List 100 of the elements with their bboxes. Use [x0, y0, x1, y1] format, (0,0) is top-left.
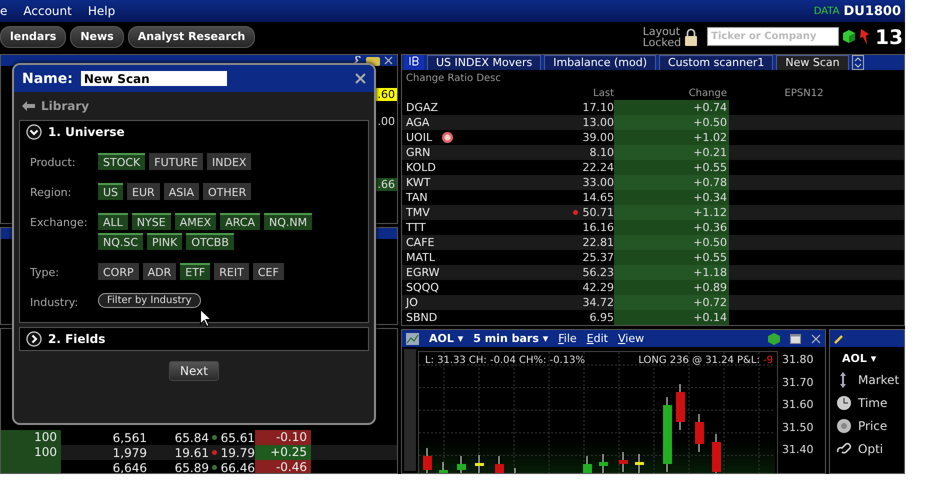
table-row[interactable]: GRN 8.10 +0.21 [402, 145, 904, 160]
filter-toggle[interactable]: ETF [180, 263, 210, 280]
filter-button[interactable]: Filter by Industry [98, 293, 201, 308]
symbol-cell: TTT [406, 221, 426, 234]
table-row[interactable]: EGRW 56.23 +1.18 [402, 265, 904, 280]
symbol-cell: MATL [406, 251, 436, 264]
filter-toggle[interactable]: CORP [98, 263, 139, 280]
symbol-dropdown[interactable]: AOL ▾ [830, 347, 904, 368]
toolbar-button[interactable]: lendars [0, 26, 66, 48]
toolbar-button[interactable]: Analyst Research [128, 26, 256, 48]
menu-item[interactable]: Help [88, 4, 116, 18]
scroll-bar[interactable] [404, 349, 416, 471]
symbol-dropdown[interactable]: AOL ▾ [429, 332, 464, 345]
cube-icon[interactable] [768, 332, 780, 344]
library-link[interactable]: Library [41, 99, 90, 113]
pnl-value: -9 [763, 355, 773, 366]
table-row[interactable]: UOIL 39.00 +1.02 [402, 130, 904, 145]
table-row[interactable]: SBND 6.95 +0.14 [402, 310, 904, 325]
column-header: Last [592, 88, 614, 100]
window-icon[interactable] [790, 334, 801, 344]
chevron-right-icon[interactable] [26, 331, 42, 347]
table-row[interactable]: TAN 14.65 +0.34 [402, 190, 904, 205]
symbol-cell: GRN [406, 146, 430, 159]
menu-item[interactable]: Account [23, 4, 72, 18]
next-button[interactable]: Next [169, 361, 219, 381]
pencil-icon[interactable] [834, 334, 844, 344]
ticker-field[interactable]: Ticker or Company [707, 27, 840, 46]
menu-item[interactable]: e [0, 4, 8, 18]
filter-toggle[interactable]: NQ.NM [264, 213, 312, 230]
filter-toggle[interactable]: ADR [142, 263, 176, 280]
filter-toggle[interactable]: OTHER [202, 183, 252, 200]
filter-toggle[interactable]: NYSE [132, 213, 171, 230]
pin-icon[interactable] [859, 28, 872, 46]
filter-toggle[interactable]: PINK [147, 233, 182, 250]
change-cell: +0.55 [614, 250, 729, 265]
scanner-tab[interactable]: Imbalance (mod) [544, 55, 656, 70]
tool-item[interactable]: Market [858, 372, 900, 386]
table-row[interactable]: DGAZ 17.10 +0.74 [402, 100, 904, 115]
menu-item[interactable]: File [558, 332, 577, 345]
tool-item[interactable]: Price [858, 418, 888, 432]
filter-toggle[interactable]: US [98, 183, 124, 200]
candlestick [599, 454, 608, 473]
filter-toggle[interactable]: INDEX [207, 153, 252, 170]
table-cell-text: 6,561 [112, 430, 147, 444]
filter-toggle[interactable]: OTCBB [186, 233, 234, 250]
cube-icon[interactable] [843, 30, 856, 43]
filter-toggle[interactable]: NQ.SC [98, 233, 144, 250]
quote-info: L: 31.33 CH: -0.04 CH%: -0.13% [425, 355, 585, 366]
close-icon[interactable] [355, 73, 366, 84]
name-field[interactable]: New Scan [80, 71, 227, 86]
section-title[interactable]: 1. Universe [48, 125, 125, 139]
filter-toggle[interactable]: ALL [98, 213, 128, 230]
filter-toggle[interactable]: STOCK [98, 153, 146, 170]
last-cell: 56.23 [582, 266, 614, 279]
menu-item[interactable]: View [618, 332, 644, 345]
lock-icon[interactable] [685, 28, 698, 46]
column-header: EPSN12 [784, 88, 824, 100]
wrench-icon[interactable] [352, 56, 362, 66]
candlestick [676, 384, 685, 430]
table-row[interactable]: TTT 16.16 +0.36 [402, 220, 904, 235]
symbol-cell: TMV [406, 206, 430, 219]
filter-toggle[interactable]: FUTURE [149, 153, 204, 170]
toolbar-button[interactable]: News [70, 26, 124, 48]
filter-toggle[interactable]: ARCA [220, 213, 260, 230]
change-cell: -0.10 [255, 430, 311, 445]
table-cell-text: 66.46 [220, 460, 255, 473]
back-arrow-icon[interactable] [22, 101, 35, 111]
filter-toggle[interactable]: CEF [252, 263, 284, 280]
table-row[interactable]: JO 34.72 +0.72 [402, 295, 904, 310]
tool-item[interactable]: Time [858, 396, 888, 410]
menu-item[interactable]: Edit [586, 332, 608, 345]
table-row[interactable]: KWT 33.00 +0.78 [402, 175, 904, 190]
close-icon[interactable] [811, 334, 821, 344]
close-icon[interactable] [384, 56, 393, 65]
table-row[interactable]: CAFE 22.81 +0.50 [402, 235, 904, 250]
section-title[interactable]: 2. Fields [48, 332, 106, 346]
period-dropdown[interactable]: 5 min bars ▾ [473, 332, 548, 345]
filter-toggle[interactable]: REIT [214, 263, 249, 280]
table-row[interactable]: TMV 50.71 +1.12 [402, 205, 904, 220]
chevron-down-icon[interactable] [26, 124, 42, 140]
last-cell: 39.00 [582, 131, 614, 144]
layout-status: Layout [642, 26, 682, 36]
counter-text: 13 [875, 24, 903, 48]
filter-toggle[interactable]: AMEX [174, 213, 216, 230]
scanner-tab[interactable]: US INDEX Movers [427, 55, 542, 70]
change-cell: +0.14 [614, 310, 729, 325]
filter-toggle[interactable]: ASIA [164, 183, 199, 200]
scanner-tab[interactable]: New Scan [776, 55, 849, 70]
scroll-arrows-icon[interactable] [852, 55, 864, 70]
last-cell: 50.71 [582, 206, 614, 219]
table-cell-text: 65.89 [174, 460, 209, 473]
table-row[interactable]: MATL 25.37 +0.55 [402, 250, 904, 265]
tool-item[interactable]: Opti [858, 442, 884, 456]
table-row[interactable]: SQQQ 42.29 +0.89 [402, 280, 904, 295]
table-row[interactable]: AGA 13.00 +0.50 [402, 115, 904, 130]
folder-icon[interactable] [366, 56, 380, 66]
scanner-tab[interactable]: Custom scanner1 [659, 55, 774, 70]
filter-toggle[interactable]: EUR [127, 183, 160, 200]
candlestick [439, 462, 448, 473]
table-row[interactable]: KOLD 22.24 +0.55 [402, 160, 904, 175]
